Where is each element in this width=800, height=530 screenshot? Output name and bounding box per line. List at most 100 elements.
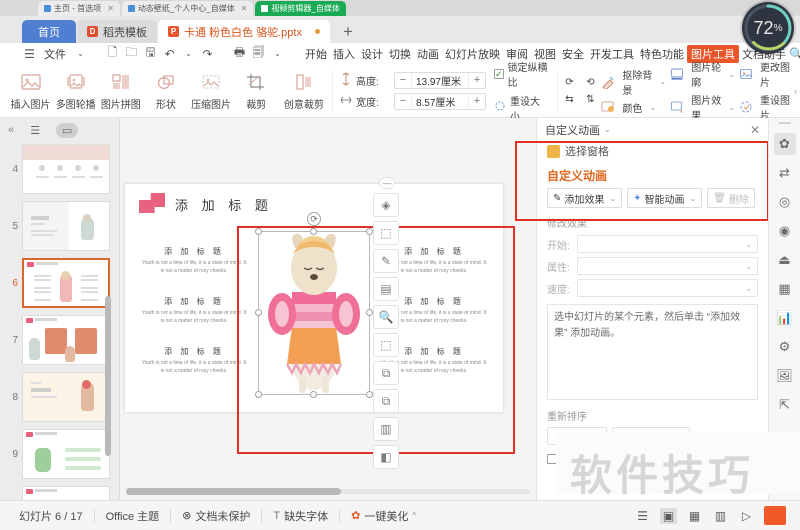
slide-thumb[interactable] <box>22 258 110 308</box>
speed-select[interactable]: ⌄ <box>577 279 758 297</box>
slide-canvas[interactable]: 添 加 标 题 添 加 标 题 Youth is not a time of l… <box>120 118 536 500</box>
chevron-down-icon[interactable]: ⌄ <box>604 125 611 134</box>
close-icon[interactable]: ✕ <box>107 4 114 13</box>
reading-view-icon[interactable]: ▥ <box>712 508 729 524</box>
select-area-icon[interactable]: ⬚ <box>373 333 399 357</box>
menu-animation[interactable]: 动画 <box>414 46 442 62</box>
share-icon[interactable]: ⇱ <box>774 394 796 416</box>
chevron-down-icon[interactable]: ⌄ <box>649 103 656 112</box>
carousel-button[interactable]: 多图轮播 <box>53 66 98 116</box>
menu-transition[interactable]: 切换 <box>386 46 414 62</box>
font-missing-status[interactable]: T 缺失字体 <box>262 508 339 524</box>
new-doc-icon[interactable]: 🗋 <box>105 45 120 61</box>
slide-thumb[interactable] <box>22 315 110 365</box>
flip-vertical-icon[interactable]: ⇅ <box>583 92 597 106</box>
ribbon-expand-icon[interactable]: › <box>794 86 800 96</box>
export-pdf-icon[interactable]: ⏏ <box>774 249 796 271</box>
beautify-icon[interactable]: ✿ <box>773 133 796 155</box>
sorter-view-icon[interactable]: ▦ <box>686 508 703 524</box>
crop-button[interactable]: 裁剪 <box>234 66 279 116</box>
thumbnail-item[interactable]: 9 <box>4 429 113 479</box>
print-preview-icon[interactable]: 🗐 <box>251 45 266 61</box>
style-icon[interactable]: ◈ <box>373 193 399 217</box>
browser-tab[interactable]: 动态壁纸_个人中心_自媒体 ✕ <box>121 1 254 16</box>
thumbnail-item[interactable]: 7 <box>4 315 113 365</box>
property-select[interactable]: ⌄ <box>577 257 758 275</box>
collage-button[interactable]: 图片拼图 <box>98 66 143 116</box>
apps-icon[interactable]: ▦ <box>774 278 796 300</box>
chevron-down-icon[interactable]: ⌄ <box>745 262 752 271</box>
thumbnail-scrollbar[interactable] <box>105 296 111 456</box>
scroll-thumb[interactable] <box>126 488 341 495</box>
browser-tab[interactable]: 主页 - 首选项 ✕ <box>38 1 120 16</box>
slides-view-icon[interactable]: ▭ <box>56 122 79 138</box>
menu-design[interactable]: 设计 <box>358 46 386 62</box>
floating-image-toolbar[interactable]: — ◈ ⬚ ✎ ▤ 🔍 ⬚ ⧉ ⧉ ▥ ◧ <box>373 177 401 469</box>
outline-view-icon[interactable]: ☰ <box>24 123 46 138</box>
crop-icon[interactable]: ⬚ <box>373 221 399 245</box>
slideshow-icon[interactable]: ▷ <box>738 508 755 524</box>
height-value[interactable]: 13.97厘米 <box>410 72 469 88</box>
more-icon[interactable]: ▥ <box>373 417 399 441</box>
thumbnail-item[interactable]: 10 <box>4 486 113 500</box>
chevron-down-icon[interactable]: ⌄ <box>181 46 196 61</box>
close-icon[interactable]: ✕ <box>750 123 760 137</box>
menu-start[interactable]: 开始 <box>302 46 330 62</box>
menu-file[interactable]: 文件 <box>41 46 69 62</box>
chevron-down-icon[interactable]: ⌄ <box>660 77 667 86</box>
picture-lib-icon[interactable]: 🖼 <box>774 365 796 387</box>
thumbnail-item[interactable]: 4 <box>4 144 113 194</box>
checkbox-icon[interactable]: ✓ <box>493 68 504 79</box>
copy-style-icon[interactable]: ⧉ <box>373 389 399 413</box>
remove-bg-row[interactable]: 抠除背景 ⌄ <box>601 67 666 97</box>
start-select[interactable]: ⌄ <box>577 235 758 253</box>
increment-button[interactable]: + <box>469 74 485 86</box>
color-row[interactable]: 颜色 ⌄ <box>601 100 666 115</box>
slide-thumb[interactable] <box>22 372 110 422</box>
chevron-down-icon[interactable]: ⌄ <box>73 46 88 61</box>
thumbnail-item-selected[interactable]: 6 <box>4 258 113 308</box>
chevron-down-icon[interactable]: ⌄ <box>270 46 285 61</box>
chevron-down-icon[interactable]: ⌄ <box>745 240 752 249</box>
speed-field[interactable]: 速度: ⌄ <box>537 277 768 299</box>
rail-grip-icon[interactable] <box>778 122 791 124</box>
shape-tools-icon[interactable]: ◎ <box>774 191 796 213</box>
flip-horizontal-icon[interactable]: ⇆ <box>562 92 576 106</box>
thumbnail-item[interactable]: 5 <box>4 201 113 251</box>
picture-outline-row[interactable]: 图片轮廓 ⌄ <box>670 59 735 89</box>
rotate-right-icon[interactable]: ⟳ <box>562 75 576 89</box>
hamburger-icon[interactable]: ☰ <box>22 46 37 61</box>
slide-title[interactable]: 添 加 标 题 <box>175 195 273 214</box>
tab-home[interactable]: 首页 <box>22 20 76 43</box>
rotate-left-icon[interactable]: ⟲ <box>583 75 597 89</box>
protection-status[interactable]: ⊗ 文档未保护 <box>171 508 261 524</box>
collapse-pane-button[interactable]: « <box>8 124 14 136</box>
slide-text-block[interactable]: 添 加 标 题 Youth is not a time of life, it … <box>141 296 247 325</box>
fill-icon[interactable]: ◧ <box>373 445 399 469</box>
change-picture-row[interactable]: 更改图片 <box>739 59 792 89</box>
compress-picture-button[interactable]: 压缩图片 <box>189 66 234 116</box>
height-stepper[interactable]: − 13.97厘米 + <box>393 71 486 89</box>
redo-icon[interactable]: ↷ <box>200 46 215 61</box>
open-folder-icon[interactable]: 🗀 <box>124 45 139 61</box>
new-tab-button[interactable]: + <box>331 20 365 43</box>
transfer-icon[interactable]: ⇄ <box>774 162 796 184</box>
chevron-down-icon[interactable]: ⌄ <box>745 284 752 293</box>
slide-thumb[interactable] <box>22 486 110 500</box>
badge-icon[interactable]: ◉ <box>774 220 796 242</box>
width-value[interactable]: 8.57厘米 <box>410 93 469 109</box>
decrement-button[interactable]: − <box>395 74 411 86</box>
duplicate-icon[interactable]: ⧉ <box>373 361 399 385</box>
browser-tab-active[interactable]: 视频剪辑器_自媒体 <box>255 1 346 16</box>
shape-button[interactable]: 形状 <box>143 66 188 116</box>
beautify-status[interactable]: ✿ 一键美化 ^ <box>340 508 427 524</box>
slide-thumb[interactable] <box>22 201 110 251</box>
canvas-hscrollbar[interactable] <box>126 487 530 495</box>
thumbnail-item[interactable]: 8 <box>4 372 113 422</box>
insert-picture-button[interactable]: 插入图片 <box>8 66 53 116</box>
remove-bg-icon[interactable]: ✎ <box>373 249 399 273</box>
slide-text-block[interactable]: 添 加 标 题 Youth is not a time of life, it … <box>141 246 247 275</box>
slide-thumb[interactable] <box>22 144 110 194</box>
creative-crop-button[interactable]: 创意裁剪 <box>279 66 329 116</box>
width-stepper[interactable]: − 8.57厘米 + <box>393 92 486 110</box>
